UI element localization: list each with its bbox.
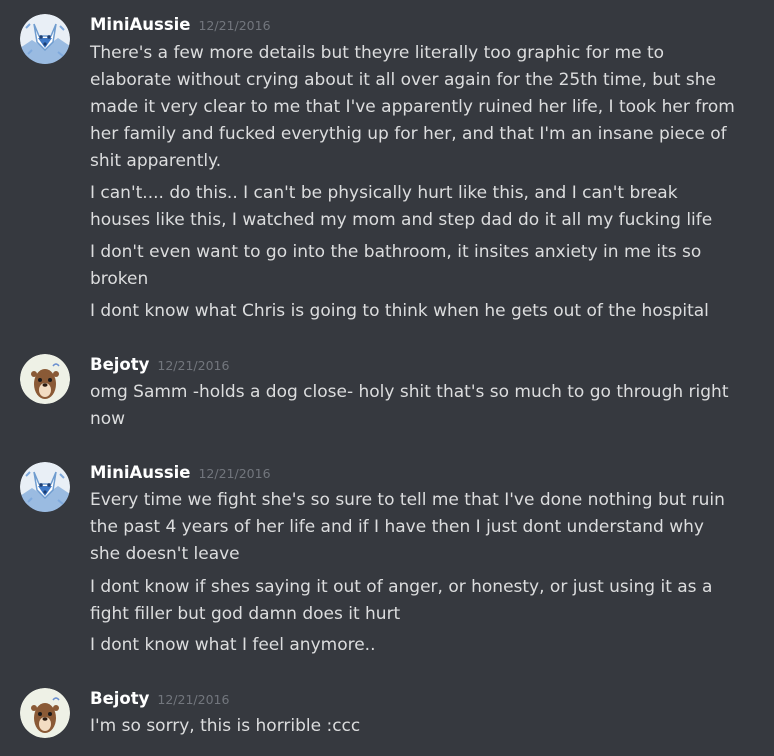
message-text: I dont know what Chris is going to think… — [90, 301, 709, 321]
username[interactable]: Bejoty — [90, 689, 149, 708]
message-text: There's a few more details but theyre li… — [90, 43, 735, 171]
message-text: I can't.... do this.. I can't be physica… — [90, 183, 713, 230]
chat-messages: MiniAussie 12/21/2016 There's a few more … — [0, 0, 774, 756]
message-header: Bejoty 12/21/2016 — [90, 354, 229, 376]
otter-avatar-icon[interactable] — [20, 688, 70, 738]
message-text: omg Samm -holds a dog close- holy shit t… — [90, 382, 729, 429]
username[interactable]: MiniAussie — [90, 15, 190, 34]
timestamp: 12/21/2016 — [157, 358, 230, 373]
otter-avatar-icon[interactable] — [20, 354, 70, 404]
message-header: Bejoty 12/21/2016 — [90, 688, 229, 710]
message-text: Every time we fight she's so sure to tel… — [90, 490, 725, 564]
username[interactable]: MiniAussie — [90, 463, 190, 482]
message-header: MiniAussie 12/21/2016 — [90, 462, 271, 484]
username[interactable]: Bejoty — [90, 355, 149, 374]
message-header: MiniAussie 12/21/2016 — [90, 14, 271, 36]
husky-dog-avatar-icon[interactable] — [20, 462, 70, 512]
timestamp: 12/21/2016 — [198, 18, 271, 33]
timestamp: 12/21/2016 — [198, 466, 271, 481]
message-text: I dont know what I feel anymore.. — [90, 635, 376, 655]
message-text: I dont know if shes saying it out of ang… — [90, 577, 713, 624]
message-text: I'm so sorry, this is horrible :ccc — [90, 716, 361, 736]
timestamp: 12/21/2016 — [157, 692, 230, 707]
husky-dog-avatar-icon[interactable] — [20, 14, 70, 64]
message-text: I don't even want to go into the bathroo… — [90, 242, 702, 289]
